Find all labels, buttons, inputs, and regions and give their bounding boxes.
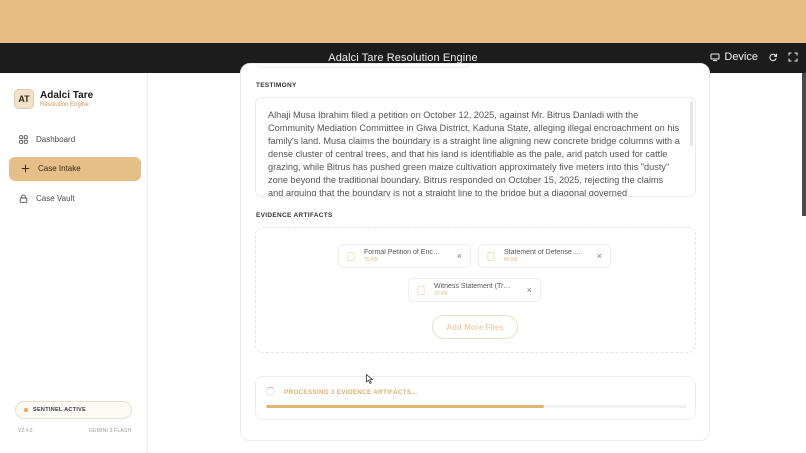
remove-file-icon[interactable]: × bbox=[597, 252, 602, 261]
status-badge: SENTINEL ACTIVE bbox=[15, 401, 132, 419]
grid-icon bbox=[19, 134, 28, 144]
sidebar-item-label: Case Vault bbox=[36, 193, 75, 203]
sidebar-item-dashboard[interactable]: Dashboard bbox=[9, 127, 141, 151]
file-icon bbox=[417, 285, 425, 295]
avatar: AT bbox=[14, 89, 34, 109]
evidence-label: EVIDENCE ARTIFACTS bbox=[256, 212, 333, 219]
file-chip[interactable]: Witness Statement (Traditional) 70 KB × bbox=[408, 278, 541, 302]
file-size: 70 KB bbox=[434, 290, 448, 297]
file-icon bbox=[487, 251, 495, 261]
status-text: SENTINEL ACTIVE bbox=[33, 407, 87, 413]
status-dot bbox=[24, 408, 28, 412]
file-chip[interactable]: Statement of Defense and Counterclaim 80… bbox=[478, 244, 611, 268]
spinner-icon bbox=[266, 387, 275, 396]
brand-subtitle: Resolution Engine bbox=[40, 101, 89, 108]
page-scrollbar[interactable] bbox=[802, 73, 806, 216]
version-label: V2.4.0 bbox=[18, 428, 33, 434]
textarea-scrollbar[interactable] bbox=[690, 101, 693, 146]
file-name: Witness Statement (Traditional) bbox=[434, 282, 512, 290]
device-icon bbox=[710, 53, 720, 62]
lock-icon bbox=[19, 193, 28, 203]
add-more-files-button[interactable]: Add More Files bbox=[432, 315, 518, 339]
sidebar-item-label: Dashboard bbox=[36, 134, 76, 144]
file-info: Statement of Defense and Counterclaim 80… bbox=[504, 249, 582, 264]
device-button[interactable]: Device bbox=[710, 51, 758, 63]
plus-icon bbox=[21, 164, 30, 173]
testimony-textarea[interactable]: Alhaji Musa Ibrahim filed a petition on … bbox=[255, 97, 696, 197]
processing-text: PROCESSING 3 EVIDENCE ARTIFACTS... bbox=[284, 389, 418, 396]
file-name: Formal Petition of Encroachment bbox=[364, 248, 442, 256]
titlebar-controls: Device bbox=[710, 51, 798, 63]
evidence-dropzone[interactable]: Formal Petition of Encroachment 75 KB × … bbox=[255, 227, 696, 353]
model-label: GEMINI 3 FLASH bbox=[89, 428, 132, 434]
sidebar-item-label: Case Intake bbox=[38, 164, 81, 173]
testimony-text: Alhaji Musa Ibrahim filed a petition on … bbox=[268, 110, 680, 197]
file-info: Witness Statement (Traditional) 70 KB bbox=[434, 283, 512, 298]
progress-bar bbox=[266, 405, 687, 408]
file-size: 80 KB bbox=[504, 256, 518, 263]
sidebar: AT Adalci Tare Resolution Engine Dashboa… bbox=[0, 73, 148, 453]
case-intake-card: TESTIMONY Alhaji Musa Ibrahim filed a pe… bbox=[240, 63, 710, 441]
top-band bbox=[0, 0, 806, 43]
file-name: Statement of Defense and Counterclaim bbox=[504, 248, 582, 256]
file-info: Formal Petition of Encroachment 75 KB bbox=[364, 249, 442, 264]
sidebar-item-case-vault[interactable]: Case Vault bbox=[9, 186, 141, 210]
brand: AT Adalci Tare Resolution Engine bbox=[14, 89, 93, 109]
mouse-cursor-icon bbox=[366, 374, 374, 384]
processing-panel: PROCESSING 3 EVIDENCE ARTIFACTS... bbox=[255, 376, 696, 420]
file-chip[interactable]: Formal Petition of Encroachment 75 KB × bbox=[338, 244, 471, 268]
fullscreen-icon[interactable] bbox=[788, 52, 798, 62]
remove-file-icon[interactable]: × bbox=[527, 286, 532, 295]
brand-name: Adalci Tare bbox=[40, 89, 94, 101]
brand-text: Adalci Tare Resolution Engine bbox=[40, 90, 93, 109]
file-icon bbox=[347, 251, 355, 261]
device-label: Device bbox=[724, 51, 758, 63]
sidebar-nav: Dashboard Case Intake Case Vault bbox=[9, 127, 141, 216]
main-content: TESTIMONY Alhaji Musa Ibrahim filed a pe… bbox=[148, 63, 806, 453]
progress-bar-fill bbox=[266, 405, 544, 408]
sidebar-item-case-intake[interactable]: Case Intake bbox=[9, 156, 141, 181]
file-size: 75 KB bbox=[364, 256, 378, 263]
remove-file-icon[interactable]: × bbox=[457, 252, 462, 261]
testimony-label: TESTIMONY bbox=[256, 82, 297, 89]
refresh-icon[interactable] bbox=[768, 52, 778, 62]
previous-field bbox=[257, 64, 469, 68]
